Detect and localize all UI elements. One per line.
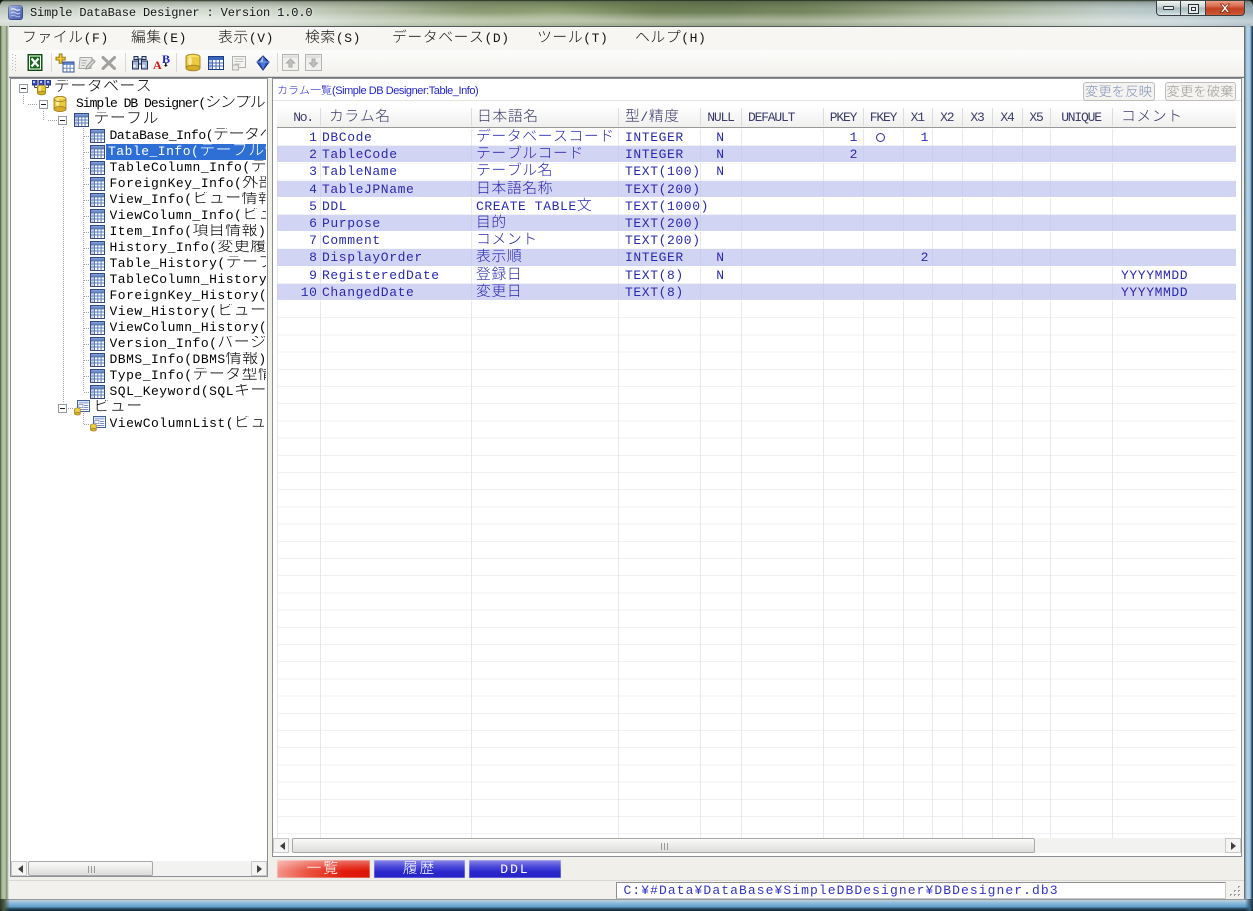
svg-text:A: A	[153, 58, 162, 72]
